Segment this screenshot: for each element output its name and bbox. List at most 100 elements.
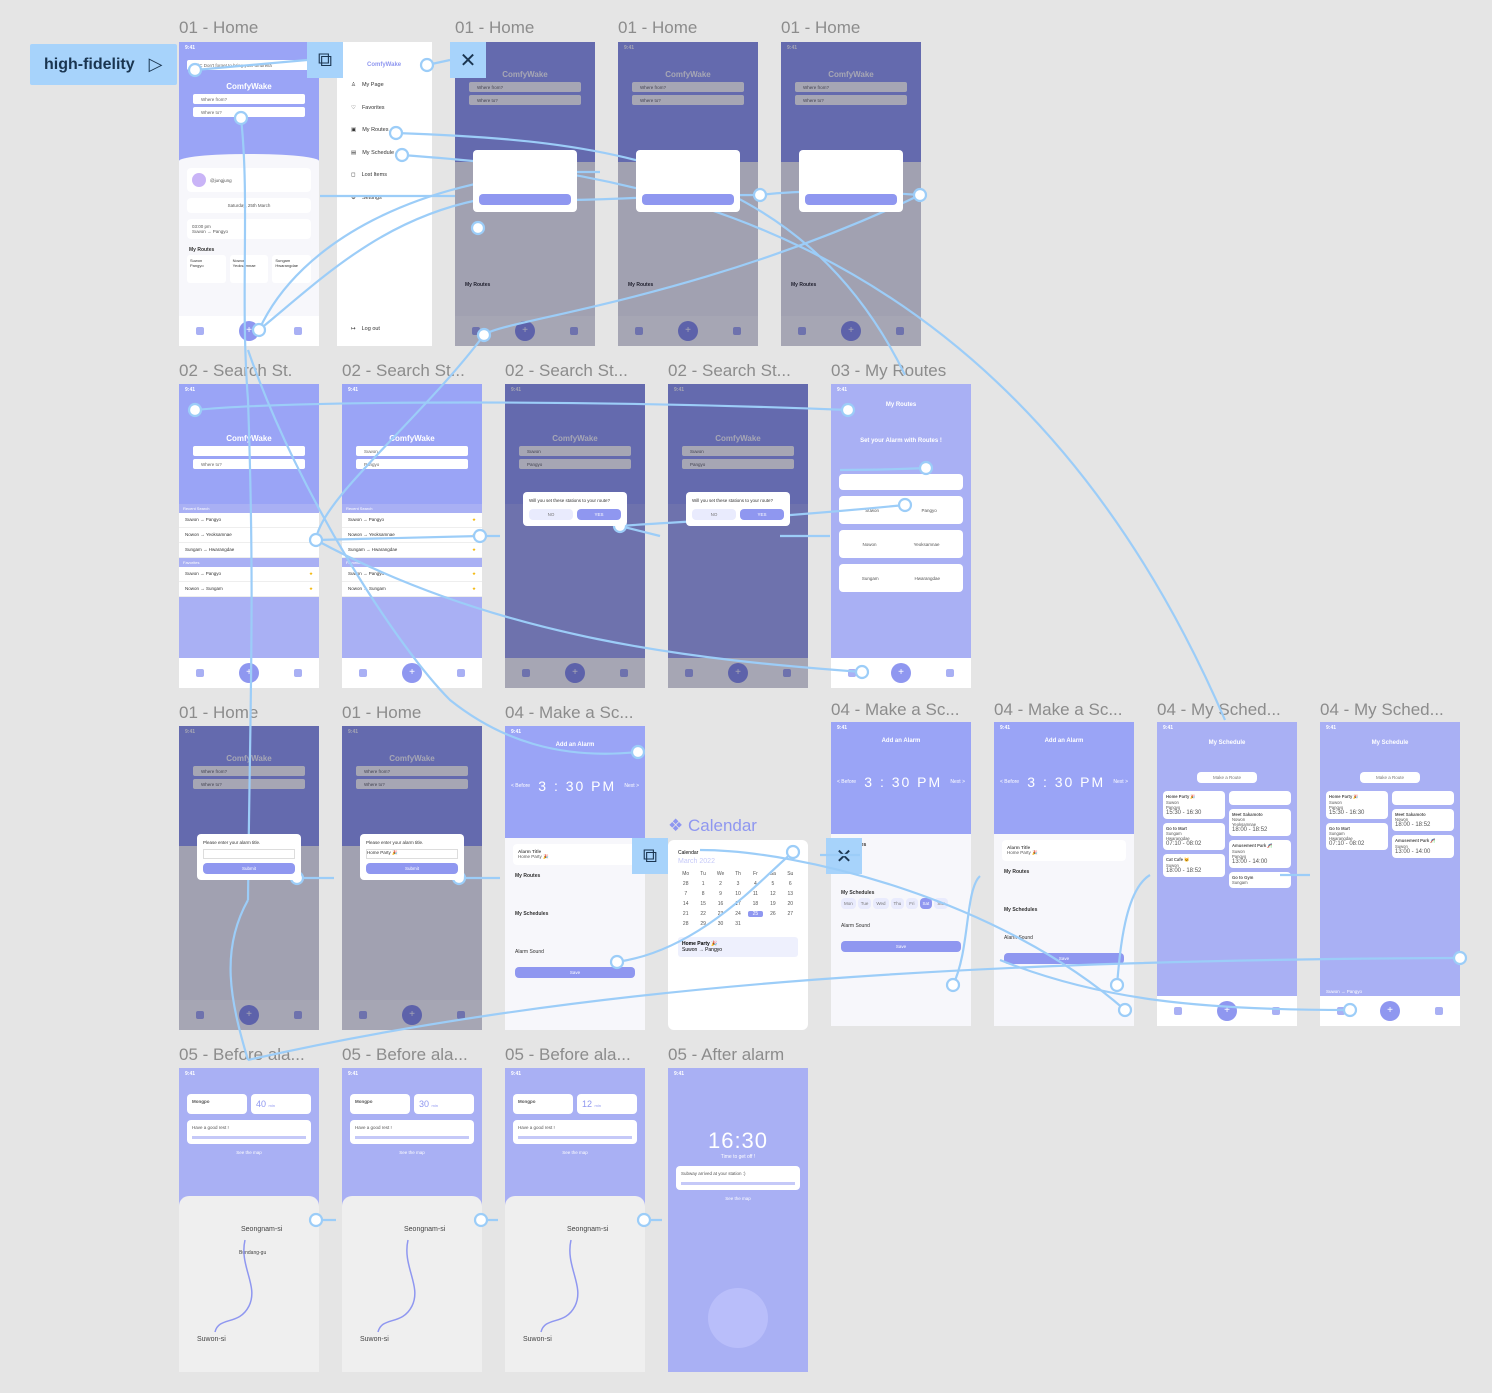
chat-icon[interactable] — [1271, 1007, 1280, 1015]
before-button[interactable]: < Before — [1000, 779, 1019, 785]
home-icon[interactable] — [196, 327, 205, 335]
star-icon[interactable]: ★ — [472, 517, 476, 523]
where-to-input[interactable]: Where to? — [193, 107, 305, 117]
alarm-sound-label[interactable]: Alarm Sound — [505, 919, 645, 957]
where-to-input[interactable]: Where to? — [193, 459, 305, 469]
schedule-card[interactable]: Home Party 🎉 Suwon Pangyo 15:30 - 16:30 — [1326, 791, 1388, 819]
star-icon[interactable]: ★ — [472, 571, 476, 577]
calendar-day[interactable]: 3 — [730, 881, 745, 887]
list-item[interactable]: Nowon → Sungam ★ — [342, 582, 482, 597]
home-icon[interactable] — [1337, 1007, 1346, 1015]
list-item[interactable]: Sungam → Hwarangdae — [179, 543, 319, 558]
alarm-time[interactable]: 3 : 30 PM — [1027, 774, 1105, 790]
no-button[interactable]: NO — [529, 509, 573, 520]
calendar-day[interactable]: 24 — [730, 911, 745, 917]
schedule-card[interactable]: Go to Mart Sungam Hwarangdae 07:10 - 08:02 — [1163, 823, 1225, 850]
calendar-day[interactable]: 17 — [730, 901, 745, 907]
chat-icon[interactable] — [293, 327, 302, 335]
add-schedule-card[interactable] — [1229, 791, 1291, 805]
home-icon[interactable] — [685, 669, 694, 677]
where-from-input[interactable]: Where from? — [795, 82, 907, 92]
route-map[interactable]: Seongnam-si Suwon-si — [505, 1196, 645, 1372]
calendar-day[interactable]: 20 — [783, 901, 798, 907]
alarm-title-value[interactable]: Home Party 🎉 — [518, 854, 632, 860]
where-to-input[interactable]: Where to? — [356, 779, 468, 789]
route-card[interactable]: Sungam Hwarangdae — [272, 255, 312, 283]
where-to-input[interactable]: Where to? — [469, 95, 581, 105]
where-to-input[interactable]: Where to? — [795, 95, 907, 105]
calendar-day[interactable]: 2 — [713, 881, 728, 887]
next-button[interactable]: Next > — [950, 779, 965, 785]
calendar-day[interactable]: 27 — [783, 911, 798, 917]
add-icon[interactable]: + — [238, 1005, 259, 1025]
to-value[interactable]: Pangyo — [519, 459, 631, 469]
close-icon[interactable]: ✕ — [826, 838, 862, 874]
to-value[interactable]: Pangyo — [356, 459, 468, 469]
route-map[interactable]: Seongnam-si Suwon-si Bundang-gu — [179, 1196, 319, 1372]
calendar-day[interactable]: 12 — [765, 891, 780, 897]
calendar-day[interactable]: 25 — [747, 911, 764, 917]
see-map-link[interactable]: See the map — [342, 1150, 482, 1155]
route-row[interactable]: Sungam Hwarangdae — [839, 564, 963, 592]
day-chip[interactable]: Sun — [934, 898, 949, 909]
star-icon[interactable]: ★ — [309, 586, 313, 592]
where-from-input[interactable] — [193, 446, 305, 456]
calendar-day[interactable]: 28 — [678, 881, 693, 887]
from-value[interactable]: Suwon — [519, 446, 631, 456]
chat-icon[interactable] — [619, 669, 628, 677]
calendar-day[interactable] — [765, 921, 780, 927]
submit-button[interactable]: Submit — [366, 863, 458, 874]
calendar-day[interactable]: 16 — [713, 901, 728, 907]
add-icon[interactable]: + — [1216, 1001, 1237, 1021]
calendar-day[interactable]: 11 — [748, 891, 763, 897]
alarm-sound-label[interactable]: Alarm Sound — [994, 915, 1134, 943]
calendar-day[interactable]: 26 — [765, 911, 780, 917]
alarm-title-value[interactable]: Home Party 🎉 — [1007, 850, 1121, 856]
calendar-event[interactable]: Home Party 🎉 Suwon → Pangyo — [678, 937, 798, 957]
next-button[interactable]: Next > — [624, 783, 639, 789]
where-to-input[interactable]: Where to? — [193, 779, 305, 789]
home-icon[interactable] — [359, 669, 368, 677]
chat-icon[interactable] — [569, 327, 578, 335]
add-icon[interactable]: + — [840, 321, 861, 341]
chat-icon[interactable] — [895, 327, 904, 335]
save-button[interactable]: Save — [515, 967, 635, 978]
route-row[interactable]: Nowon Yeoksamnae — [839, 530, 963, 558]
menu-item-settings[interactable]: ⚙ Settings — [337, 187, 432, 210]
schedule-card[interactable]: Amusement Park 🎢 Suwon Pangyo 13:00 - 14:00 — [1229, 840, 1291, 868]
save-button[interactable]: Save — [841, 941, 961, 952]
calendar-day[interactable]: 9 — [713, 891, 728, 897]
list-item[interactable]: Suwon → Pangyo — [179, 513, 319, 528]
chat-icon[interactable] — [293, 1011, 302, 1019]
add-icon[interactable]: + — [401, 663, 422, 683]
before-button[interactable]: < Before — [837, 779, 856, 785]
calendar-day[interactable]: 6 — [783, 881, 798, 887]
star-icon[interactable]: ★ — [472, 547, 476, 553]
route-card[interactable]: Suwon Pangyo — [187, 255, 226, 283]
popup-confirm-button[interactable] — [642, 194, 734, 205]
menu-item-lost-items[interactable]: ◻ Lost Items — [337, 164, 432, 187]
add-icon[interactable]: + — [677, 321, 698, 341]
add-icon[interactable]: + — [727, 663, 748, 683]
home-icon[interactable] — [848, 669, 857, 677]
schedule-card[interactable]: Meet Sakamoto Nowon 18:00 - 18:52 — [1392, 809, 1454, 831]
list-item[interactable]: Nowon → Sungam ★ — [179, 582, 319, 597]
list-item[interactable]: Nowon → Yeoksamnae — [179, 528, 319, 543]
menu-item-favorites[interactable]: ♡ Favorites — [337, 97, 432, 120]
add-icon[interactable]: + — [1379, 1001, 1400, 1021]
calendar-day[interactable]: 13 — [783, 891, 798, 897]
calendar-day[interactable] — [748, 921, 763, 927]
where-from-input[interactable]: Where from? — [193, 94, 305, 104]
where-to-input[interactable]: Where to? — [632, 95, 744, 105]
date-selector[interactable]: Saturday, 25th March — [187, 198, 311, 213]
where-from-input[interactable]: Where from? — [632, 82, 744, 92]
alarm-sound-label[interactable]: Alarm Sound — [831, 909, 971, 931]
submit-button[interactable]: Submit — [203, 863, 295, 874]
see-map-link[interactable]: See the map — [668, 1196, 808, 1201]
route-map[interactable]: Seongnam-si Suwon-si — [342, 1196, 482, 1372]
from-value[interactable]: Suwon — [356, 446, 468, 456]
see-map-link[interactable]: See the map — [505, 1150, 645, 1155]
before-button[interactable]: < Before — [511, 783, 530, 789]
device-frame-icon[interactable]: ⧉ — [632, 838, 668, 874]
play-icon[interactable]: ▷ — [149, 54, 163, 75]
